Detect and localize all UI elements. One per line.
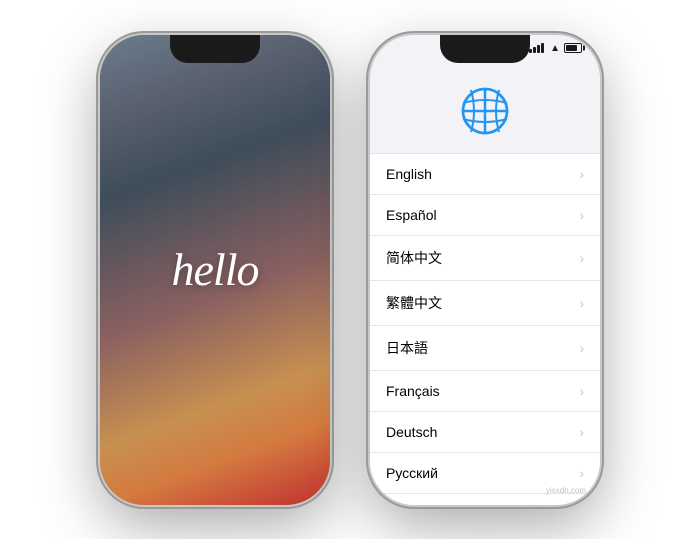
chevron-icon: ›: [579, 340, 584, 356]
lang-label: 日本語: [386, 338, 428, 358]
lang-label: Español: [386, 207, 437, 223]
lang-item-portuguese[interactable]: Português ›: [370, 494, 600, 505]
chevron-icon: ›: [579, 383, 584, 399]
left-notch: [170, 35, 260, 63]
chevron-icon: ›: [579, 424, 584, 440]
battery-icon: [564, 43, 582, 53]
right-status-icons: ▲: [529, 43, 582, 54]
hello-screen: hello: [100, 35, 330, 505]
right-phone: ▲: [370, 35, 600, 505]
lang-item-espanol[interactable]: Español ›: [370, 195, 600, 236]
lang-item-french[interactable]: Français ›: [370, 371, 600, 412]
lang-label: 繁體中文: [386, 293, 442, 313]
chevron-icon: ›: [579, 295, 584, 311]
signal-bar-4: [541, 43, 544, 53]
watermark: yisxdn.com: [546, 486, 586, 495]
chevron-icon: ›: [579, 250, 584, 266]
lang-label: Русский: [386, 465, 438, 481]
chevron-icon: ›: [579, 465, 584, 481]
hello-text: hello: [172, 243, 259, 296]
chevron-icon: ›: [579, 207, 584, 223]
lang-item-japanese[interactable]: 日本語 ›: [370, 326, 600, 371]
lang-label: 简体中文: [386, 248, 442, 268]
lang-item-english[interactable]: English ›: [370, 153, 600, 195]
lang-label: Français: [386, 383, 440, 399]
lang-label: Deutsch: [386, 424, 437, 440]
left-phone: hello: [100, 35, 330, 505]
lang-item-chinese-traditional[interactable]: 繁體中文 ›: [370, 281, 600, 326]
language-screen: ▲: [370, 35, 600, 505]
language-list: English › Español › 简体中文 › 繁體中文 › 日本語 › …: [370, 153, 600, 505]
lang-label: English: [386, 166, 432, 182]
signal-bar-3: [537, 45, 540, 53]
signal-bar-1: [529, 49, 532, 53]
right-notch: [440, 35, 530, 63]
globe-icon: [459, 85, 511, 137]
signal-bar-2: [533, 47, 536, 53]
chevron-icon: ›: [579, 166, 584, 182]
wifi-icon: ▲: [550, 43, 560, 54]
lang-item-german[interactable]: Deutsch ›: [370, 412, 600, 453]
signal-bars: [529, 43, 544, 53]
lang-item-chinese-simplified[interactable]: 简体中文 ›: [370, 236, 600, 281]
